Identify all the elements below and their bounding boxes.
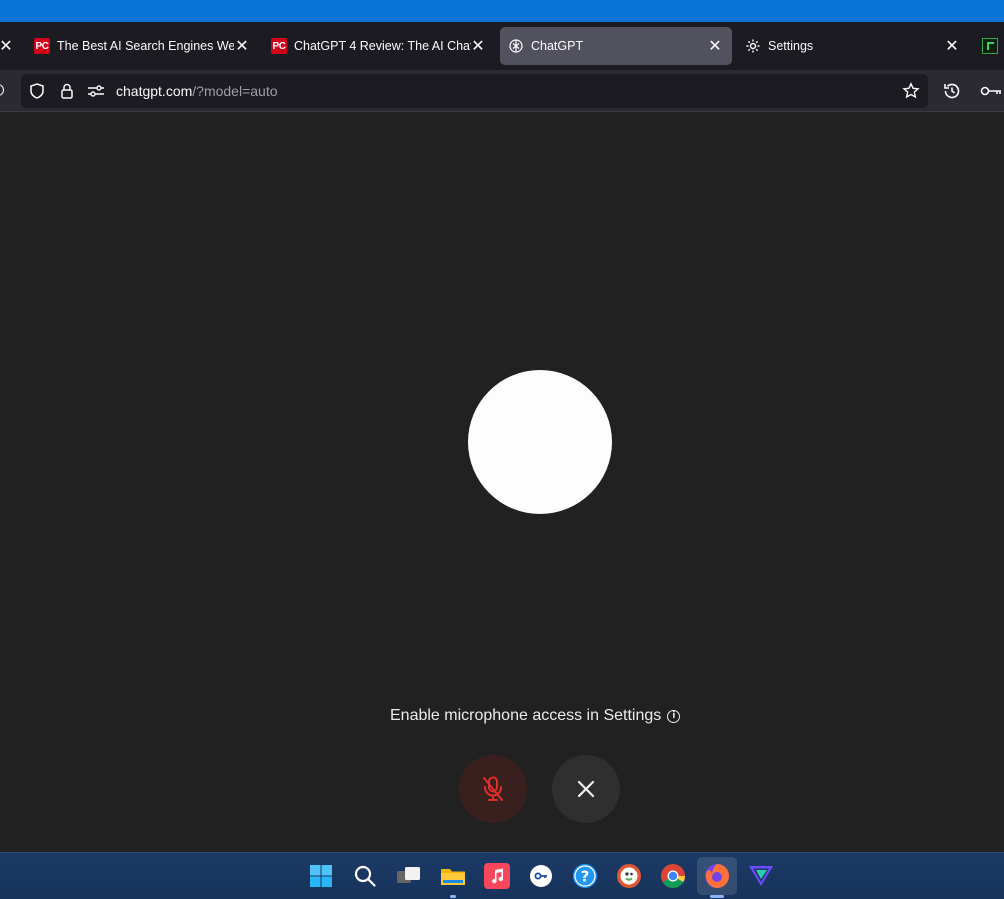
openai-icon xyxy=(508,38,524,54)
proton-vpn-icon[interactable] xyxy=(748,863,774,889)
firefox-icon[interactable] xyxy=(704,863,730,889)
key-icon[interactable] xyxy=(980,80,1002,102)
url-bar[interactable]: chatgpt.com/?model=auto xyxy=(21,74,928,108)
chrome-icon[interactable] xyxy=(660,863,686,889)
shield-icon[interactable] xyxy=(27,81,47,101)
tab-title: Settings xyxy=(768,39,814,53)
pc-logo-icon: PC xyxy=(34,38,50,54)
tab-best-ai-search[interactable]: PC The Best AI Search Engines We've xyxy=(34,27,234,65)
history-icon[interactable] xyxy=(941,80,963,102)
url-text[interactable]: chatgpt.com/?model=auto xyxy=(116,83,278,99)
close-voice-button[interactable] xyxy=(552,755,620,823)
tab-settings[interactable]: Settings xyxy=(745,27,945,65)
tab-chatgpt-review[interactable]: PC ChatGPT 4 Review: The AI Chatbot xyxy=(271,27,471,65)
gear-icon xyxy=(745,38,761,54)
voice-orb xyxy=(468,370,612,514)
voice-mode-screen: Enable microphone access in Settings i xyxy=(0,112,1004,852)
search-icon[interactable] xyxy=(352,863,378,889)
running-indicator xyxy=(450,895,456,898)
info-icon[interactable]: i xyxy=(667,709,681,723)
file-explorer-icon[interactable] xyxy=(440,863,466,889)
pc-logo-icon: PC xyxy=(271,38,287,54)
tab-close-button[interactable]: ✕ xyxy=(942,27,962,65)
tab-title: ChatGPT 4 Review: The AI Chatbot xyxy=(294,39,471,53)
microphone-toggle-button[interactable] xyxy=(459,755,527,823)
url-path: /?model=auto xyxy=(192,83,278,99)
navigation-bar: chatgpt.com/?model=auto xyxy=(0,70,1004,112)
tab-close-button[interactable]: ✕ xyxy=(705,27,725,65)
tab-chatgpt[interactable]: ChatGPT xyxy=(500,27,732,65)
notice-text: Enable microphone access in Settings xyxy=(390,707,662,724)
permissions-icon[interactable] xyxy=(86,81,106,101)
microphone-notice[interactable]: Enable microphone access in Settings i xyxy=(390,707,681,725)
tab-close-button[interactable]: ✕ xyxy=(468,27,488,65)
windows-taskbar: ? xyxy=(0,852,1004,899)
help-icon[interactable]: ? xyxy=(572,863,598,889)
bookmark-star-icon[interactable] xyxy=(901,81,921,101)
tab-title: The Best AI Search Engines We've xyxy=(57,39,234,53)
duckduckgo-icon[interactable] xyxy=(616,863,642,889)
pinned-extension-icon[interactable] xyxy=(982,38,998,54)
tab-close-button[interactable]: ✕ xyxy=(0,27,16,65)
svg-text:?: ? xyxy=(581,868,590,886)
mic-off-icon xyxy=(483,776,503,801)
windows-start-icon[interactable] xyxy=(308,863,334,889)
url-host: chatgpt.com xyxy=(116,83,193,99)
password-manager-icon[interactable] xyxy=(528,863,554,889)
apple-music-icon[interactable] xyxy=(484,863,510,889)
reload-icon[interactable] xyxy=(0,84,4,96)
window-title-strip xyxy=(0,0,1004,22)
tab-close-button[interactable]: ✕ xyxy=(232,27,252,65)
lock-icon[interactable] xyxy=(57,81,77,101)
tab-title: ChatGPT xyxy=(531,39,584,53)
running-indicator xyxy=(710,895,724,898)
close-icon xyxy=(577,780,595,798)
task-view-icon[interactable] xyxy=(396,863,422,889)
tab-bar: ✕ PC The Best AI Search Engines We've ✕ … xyxy=(0,22,1004,70)
